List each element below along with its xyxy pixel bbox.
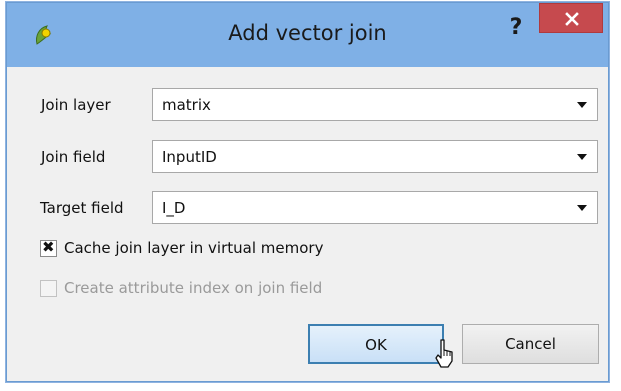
chevron-down-icon[interactable] xyxy=(577,102,587,108)
dialog-body: Join layer matrix Join field InputID Tar… xyxy=(16,67,599,373)
join-layer-value: matrix xyxy=(162,96,211,114)
mouse-pointer-icon xyxy=(435,339,455,373)
dialog-window: Add vector join ? Join layer matrix Join… xyxy=(6,2,609,382)
help-icon[interactable]: ? xyxy=(501,13,531,43)
cache-checkbox-label[interactable]: Cache join layer in virtual memory xyxy=(64,239,323,257)
join-layer-combo[interactable]: matrix xyxy=(152,88,598,121)
attribute-index-checkbox-label[interactable]: Create attribute index on join field xyxy=(64,279,322,297)
close-icon xyxy=(565,12,579,26)
chevron-down-icon[interactable] xyxy=(577,205,587,211)
target-field-value: I_D xyxy=(162,199,186,217)
cache-option[interactable]: ✖ Cache join layer in virtual memory xyxy=(40,238,440,260)
close-button[interactable] xyxy=(539,3,603,33)
join-layer-row: Join layer matrix xyxy=(16,88,599,122)
check-mark-icon: ✖ xyxy=(42,238,55,256)
attribute-index-checkbox[interactable] xyxy=(40,280,57,297)
title-bar[interactable]: Add vector join ? xyxy=(7,3,608,67)
join-field-row: Join field InputID xyxy=(16,140,599,174)
ok-button[interactable]: OK xyxy=(308,324,444,364)
attribute-index-option[interactable]: Create attribute index on join field xyxy=(40,278,440,300)
join-field-label: Join field xyxy=(41,148,106,166)
join-field-combo[interactable]: InputID xyxy=(152,140,598,173)
target-field-label: Target field xyxy=(40,199,124,217)
chevron-down-icon[interactable] xyxy=(577,154,587,160)
cancel-button[interactable]: Cancel xyxy=(462,324,599,364)
target-field-combo[interactable]: I_D xyxy=(152,191,598,224)
cache-checkbox[interactable]: ✖ xyxy=(40,238,57,257)
join-layer-label: Join layer xyxy=(41,96,111,114)
join-field-value: InputID xyxy=(162,148,217,166)
target-field-row: Target field I_D xyxy=(16,191,599,225)
